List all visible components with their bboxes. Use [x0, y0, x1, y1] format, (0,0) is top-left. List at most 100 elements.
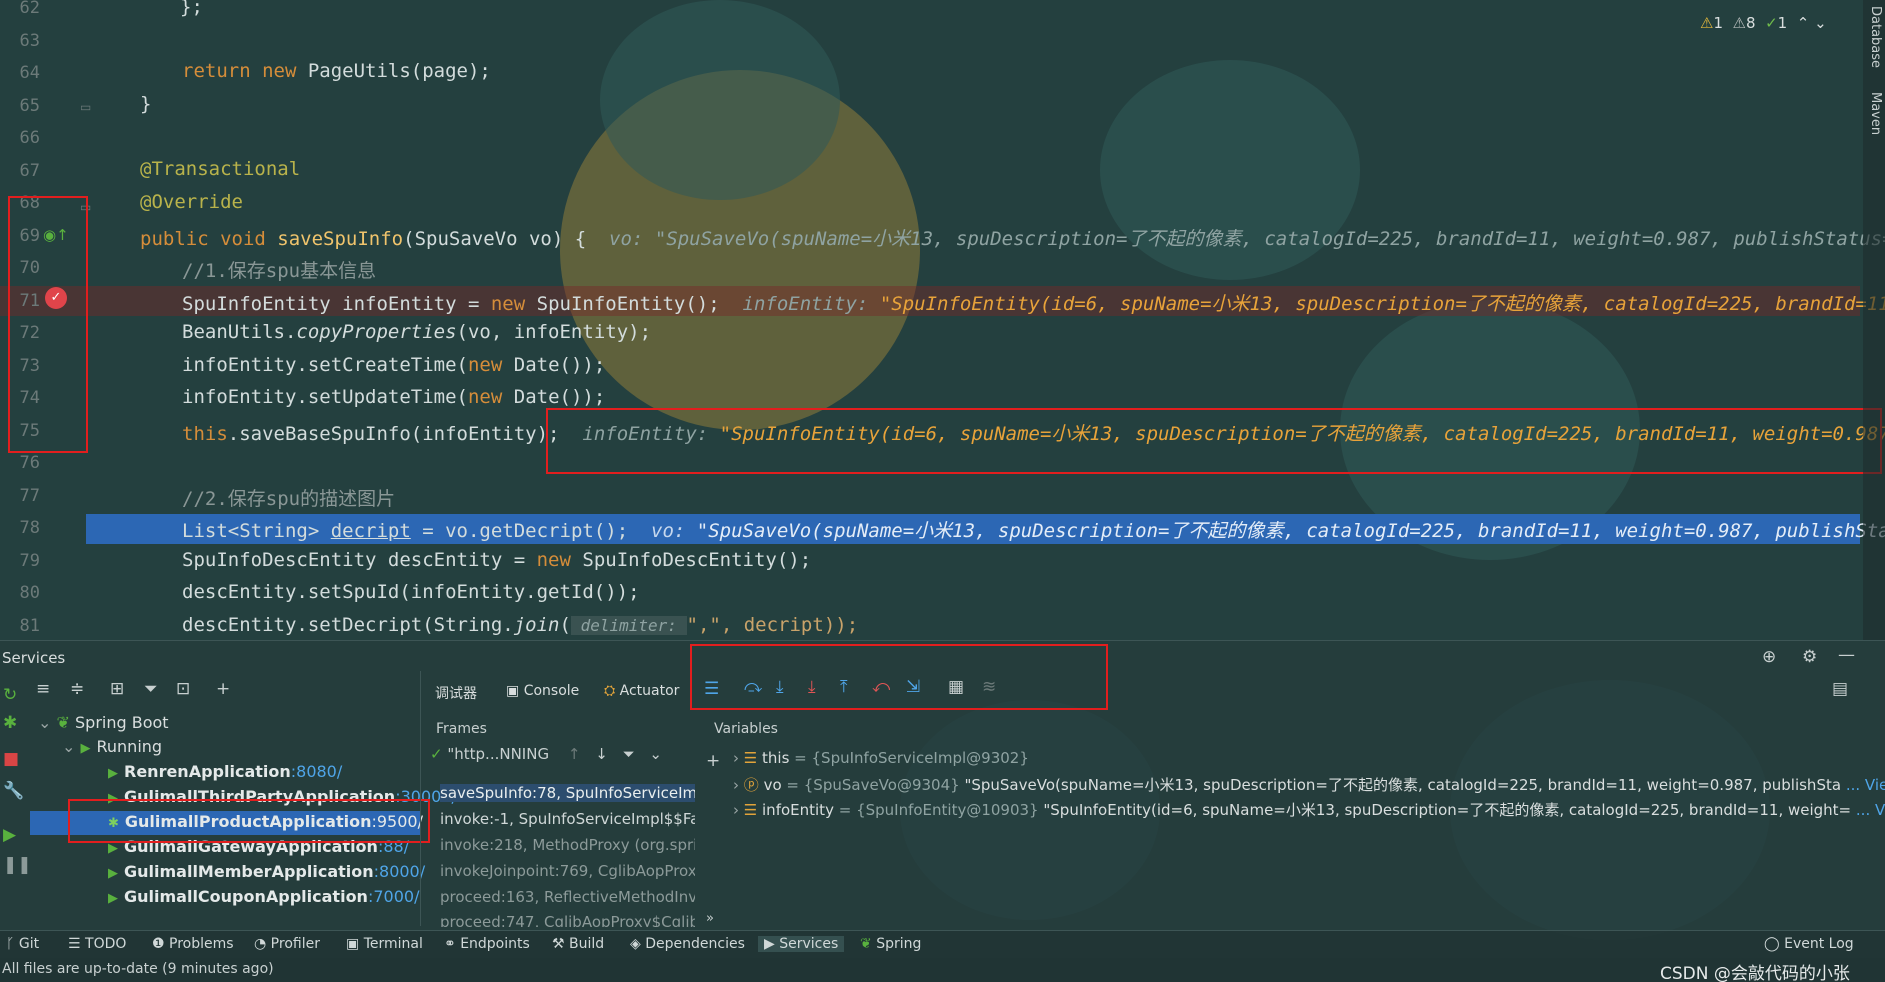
tree-spring-boot[interactable]: ⌄ ❦ Spring Boot [38, 713, 169, 732]
toolwindow-spring[interactable]: ❦ Spring [860, 936, 921, 952]
variable-row[interactable]: › ☰ infoEntity = {SpuInfoEntity@10903} "… [733, 799, 1885, 820]
frame-item[interactable]: proceed:163, ReflectiveMethodInv [440, 888, 695, 906]
layout-icon[interactable]: ▤ [1832, 679, 1848, 699]
variable-row[interactable]: › ⓟ vo = {SpuSaveVo@9304} "SpuSaveVo(spu… [733, 774, 1885, 795]
tree-app-member[interactable]: ▶ GulimallMemberApplication:8000/ [108, 862, 425, 881]
tree-running[interactable]: ⌄ ▶ Running [62, 737, 162, 756]
expand-all-icon[interactable]: ≡ [36, 679, 50, 699]
pause-icon[interactable]: ❚❚ [3, 855, 32, 875]
list-icon: ☰ [68, 936, 81, 952]
code-line-68[interactable]: @Override [140, 191, 243, 213]
code-line-74[interactable]: infoEntity.setUpdateTime(new Date()); [182, 386, 605, 408]
line-number[interactable]: 77 [0, 486, 40, 506]
code-line-71[interactable]: SpuInfoEntity infoEntity = new SpuInfoEn… [182, 289, 1885, 316]
collapse-all-icon[interactable]: ≑ [70, 679, 84, 699]
frame-item[interactable]: invoke:218, MethodProxy (org.spri [440, 836, 695, 854]
frame-item[interactable]: proceed:747, CglibAopProxy$Cglib [440, 913, 695, 927]
code-line-78[interactable]: List<String> decript = vo.getDecript(); … [182, 516, 1885, 543]
thread-selector[interactable]: ✓ "http...NNING ↑ ↓ ⏷ ⌄ [430, 745, 700, 763]
toolwindow-profiler[interactable]: ◔ Profiler [254, 936, 320, 952]
code-line-65[interactable]: } [140, 93, 151, 115]
chevron-right-icon[interactable]: › [733, 801, 739, 819]
line-number[interactable]: 78 [0, 518, 40, 538]
tab-actuator[interactable]: ⛭ Actuator [604, 683, 679, 699]
toolwindow-endpoints[interactable]: ⚭ Endpoints [444, 936, 530, 952]
line-number[interactable]: 64 [0, 63, 40, 83]
toolwindow-services[interactable]: ▶ Services [758, 936, 845, 952]
code-line-69[interactable]: public void saveSpuInfo(SpuSaveVo vo) { … [140, 224, 1885, 251]
code-line-79[interactable]: SpuInfoDescEntity descEntity = new SpuIn… [182, 549, 811, 571]
line-number[interactable]: 76 [0, 453, 40, 473]
line-number[interactable]: 65 [0, 96, 40, 116]
toolwindow-terminal[interactable]: ▣ Terminal [346, 936, 423, 952]
line-number[interactable]: 79 [0, 551, 40, 571]
filter-icon[interactable]: ⏷ [623, 745, 635, 763]
services-panel-title: Services [2, 649, 66, 667]
frame-item[interactable]: saveSpuInfo:78, SpuInfoServiceImp [440, 784, 695, 802]
profiler-icon: ◔ [254, 936, 267, 952]
fold-icon[interactable]: ▭ [80, 100, 91, 114]
toolwindow-todo[interactable]: ☰ TODO [68, 936, 126, 952]
chevron-down-icon[interactable]: ⌄ [1814, 14, 1827, 32]
warning-icon: ⚠ [1700, 14, 1714, 32]
stop-icon[interactable]: ■ [3, 749, 19, 769]
code-line-70[interactable]: //1.保存spu基本信息 [182, 256, 376, 283]
toolwindow-event-log[interactable]: ◯ Event Log [1764, 936, 1854, 952]
toolwindow-git[interactable]: ᚴ Git [6, 936, 39, 952]
filter-icon[interactable]: ⏷ [144, 679, 158, 699]
tab-console[interactable]: ▣ Console [506, 683, 579, 699]
gear-icon[interactable]: ⚙ [1802, 647, 1817, 667]
code-line-80[interactable]: descEntity.setSpuId(infoEntity.getId()); [182, 581, 640, 603]
stepping-toolbar-highlight-box [690, 644, 1108, 710]
line-number[interactable]: 63 [0, 31, 40, 51]
chevron-right-icon[interactable]: › [733, 776, 739, 794]
line-number[interactable]: 81 [0, 616, 40, 636]
toolwindow-dependencies[interactable]: ◈ Dependencies [630, 936, 745, 952]
code-line-77[interactable]: //2.保存spu的描述图片 [182, 484, 395, 511]
inspection-widget[interactable]: ⚠1 ⚠8 ✓1 ⌃ ⌄ [1700, 14, 1827, 32]
add-icon[interactable]: + [216, 679, 230, 699]
line-number[interactable]: 66 [0, 128, 40, 148]
code-line-67[interactable]: @Transactional [140, 158, 300, 180]
tree-app-coupon[interactable]: ▶ GulimallCouponApplication:7000/ [108, 887, 419, 906]
code-line-62[interactable]: }; [180, 0, 203, 18]
chevron-down-icon[interactable]: ⌄ [649, 745, 662, 763]
database-tab[interactable]: Database [1868, 6, 1883, 68]
group-icon[interactable]: ⊞ [110, 679, 124, 699]
arrow-up-icon[interactable]: ↑ [568, 745, 581, 763]
code-line-73[interactable]: infoEntity.setCreateTime(new Date()); [182, 354, 605, 376]
line-number[interactable]: 62 [0, 0, 40, 18]
frame-item[interactable]: invokeJoinpoint:769, CglibAopProx [440, 862, 695, 880]
line-number[interactable]: 67 [0, 161, 40, 181]
minimize-icon[interactable]: — [1838, 645, 1855, 665]
chevron-up-icon[interactable]: ⌃ [1797, 14, 1810, 32]
code-editor[interactable]: 62 63 64 65 66 67 68 69 70 71 72 73 74 75 76 77 78 79 80 81… [0, 0, 1885, 640]
new-tab-icon[interactable]: ⊡ [176, 679, 190, 699]
line-number[interactable]: 80 [0, 583, 40, 603]
spring-leaf-icon: ❦ [860, 936, 872, 952]
globe-icon[interactable]: ⊕ [1762, 647, 1776, 667]
add-watch-icon[interactable]: + [706, 751, 720, 771]
code-line-72[interactable]: BeanUtils.copyProperties(vo, infoEntity)… [182, 321, 651, 343]
maven-tab[interactable]: Maven [1868, 92, 1883, 135]
frame-item[interactable]: invoke:-1, SpuInfoServiceImpl$$Fas [440, 810, 695, 828]
info-icon: ❶ [152, 936, 165, 952]
field-icon: ☰ [743, 801, 758, 819]
status-bar: All files are up-to-date (9 minutes ago)… [0, 958, 1885, 982]
arrow-down-icon[interactable]: ↓ [595, 745, 608, 763]
code-line-81[interactable]: descEntity.setDecript(String.join( delim… [182, 614, 858, 636]
chevron-right-icon[interactable]: › [733, 749, 739, 767]
debug-icon[interactable]: ✱ [3, 713, 17, 733]
wrench-icon[interactable]: 🔧 [3, 781, 24, 801]
toolwindow-build[interactable]: ⚒ Build [552, 936, 604, 952]
field-icon: ☰ [743, 749, 758, 767]
tree-app-renren[interactable]: ▶ RenrenApplication:8080/ [108, 762, 342, 781]
hammer-icon: ⚒ [552, 936, 565, 952]
toolwindow-problems[interactable]: ❶ Problems [152, 936, 234, 952]
code-line-64[interactable]: return new PageUtils(page); [182, 60, 491, 82]
tab-debugger[interactable]: 调试器 [435, 683, 477, 703]
variable-row[interactable]: › ☰ this = {SpuInfoServiceImpl@9302} [733, 749, 1029, 767]
rerun-icon[interactable]: ↻ [3, 685, 17, 705]
resume-icon[interactable]: ▶ [3, 825, 16, 845]
more-icon[interactable]: » [706, 911, 714, 926]
